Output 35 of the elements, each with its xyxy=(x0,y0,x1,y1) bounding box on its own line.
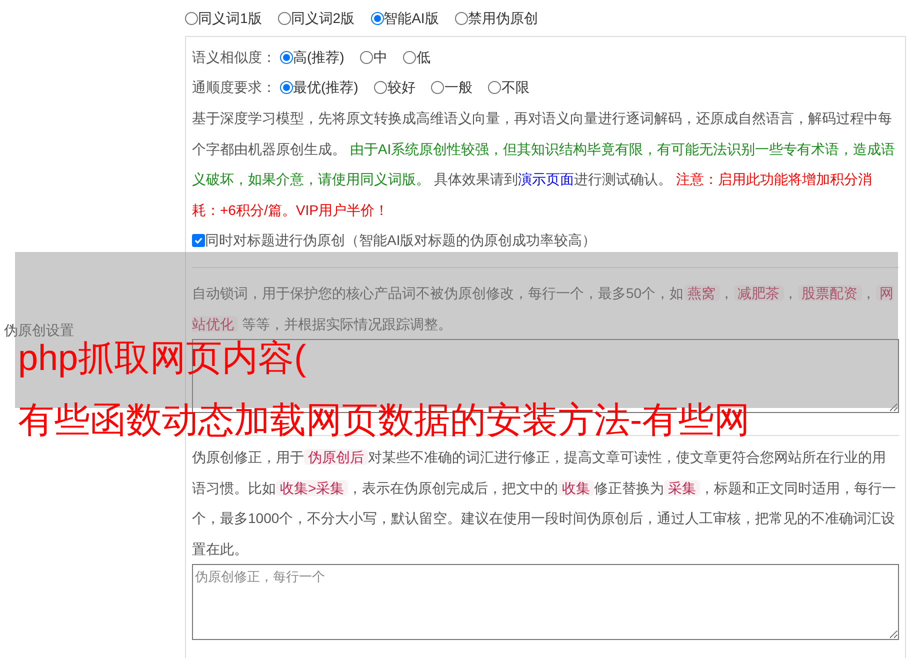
radio-option[interactable]: 不限 xyxy=(488,76,530,98)
radio-button[interactable] xyxy=(431,80,444,94)
radio-button[interactable] xyxy=(278,12,291,24)
radio-button[interactable] xyxy=(280,80,293,94)
check-icon xyxy=(194,236,203,244)
overlay-title-line: 有些函数动态加载网页数据的安装方法-有些网 xyxy=(18,400,750,440)
radio-button[interactable] xyxy=(370,12,384,24)
lock-words-description: 自动锁词，用于保护您的核心产品词不被伪原创修改，每行一个，最多50个，如 燕窝 ， 减肥茶 ， 股票配资 ， 网站优化 等等，并根据实际情况跟踪调整。 xyxy=(192,284,895,334)
field-label: 语义相似度： xyxy=(192,48,276,66)
radio-button[interactable] xyxy=(280,50,293,64)
demo-page-link[interactable]: 演示页面 xyxy=(518,171,574,187)
radio-button[interactable] xyxy=(403,50,416,64)
radio-button[interactable] xyxy=(374,80,388,94)
radio-button[interactable] xyxy=(488,80,502,94)
ai-description: 基于深度学习模型，先将原文转换成高维语义向量，再对语义向量进行逐词解码，还原成自然语言，解码过程中每个字都由机器原创生成。 由于AI系统原创性较强，但其知识结构毕竟有限，有可能无法识别一些专有术语，造成语义破坏，如果介意，请使用同义词版。 具体效果请到演示页面进行测试确认。 注意：启用此功能将增加积分消耗：+6积分/篇。VIP用户半价！ xyxy=(192,109,896,220)
radio-option[interactable]: 最优(推荐) xyxy=(280,76,358,98)
overlay-title-line: php抓取网页内容( xyxy=(18,338,308,378)
radio-option[interactable]: 同义词2版 xyxy=(278,8,355,28)
radio-option[interactable]: 中 xyxy=(360,46,388,68)
radio-option[interactable]: 同义词1版 xyxy=(185,8,262,28)
radio-option[interactable]: 智能AI版 xyxy=(370,8,439,28)
radio-button[interactable] xyxy=(454,12,468,24)
radio-option[interactable]: 一般 xyxy=(431,76,472,98)
radio-option[interactable]: 较好 xyxy=(374,76,416,98)
radio-option[interactable]: 低 xyxy=(403,46,430,68)
radio-button[interactable] xyxy=(185,12,198,24)
corrections-field[interactable]: 伪原创修正，每行一个 xyxy=(192,564,899,640)
checkbox[interactable] xyxy=(192,234,205,246)
corrections-description: 伪原创修正，用于 伪原创后 对某些不准确的词汇进行修正，提高文章可读性，使文章更符合您网站所在行业的用语习惯。比如 收集>采集 ，表示在伪原创完成后，把文中的 收集 修正替换为 采集 ，标题和正文同时适用，每行一个，最多1000个，不分大小写，默认留空。建议在使用一段时间伪原创后，通过人工审核，把常见的不准确词汇设置在此。 xyxy=(192,448,898,558)
radio-option[interactable]: 禁用伪原创 xyxy=(454,8,538,28)
title-option[interactable]: 同时对标题进行伪原创（智能AI版对标题的伪原创成功率较高） xyxy=(192,225,899,255)
radio-button[interactable] xyxy=(360,50,374,64)
section-label: 伪原创设置 xyxy=(3,321,74,340)
radio-option[interactable]: 高(推荐) xyxy=(280,46,344,68)
field-label: 通顺度要求： xyxy=(192,78,276,96)
